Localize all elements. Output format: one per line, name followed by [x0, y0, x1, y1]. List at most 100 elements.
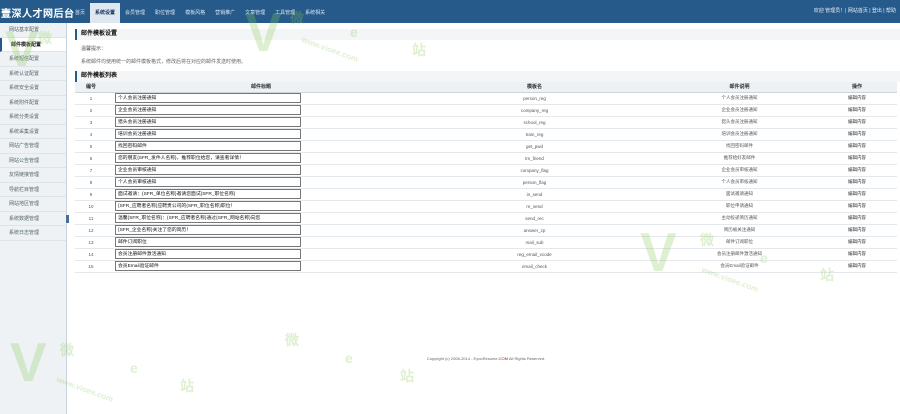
cell-title: {SFR_企业名称}关注了您的简历！ [107, 224, 407, 237]
nav-item-system-settings[interactable]: 系统设置 [90, 3, 121, 23]
cell-template: reg_email_vcode [407, 248, 662, 261]
cell-actions: 编辑内容 [817, 188, 897, 201]
nav-item-system[interactable]: 系统相关 [300, 3, 330, 23]
edit-content-link[interactable]: 编辑内容 [848, 95, 866, 100]
title-input[interactable]: 企业会员注册通知 [115, 104, 301, 115]
title-input[interactable]: 面试邀请：{SFR_单位名称}邀请您面试{SFR_职位名称} [115, 188, 301, 199]
cell-no: 14 [75, 248, 107, 261]
title-input[interactable]: 会员注册邮件激活通知 [115, 248, 301, 259]
nav-item-tools[interactable]: 工具管理 [270, 3, 300, 23]
sidebar-item-attachments[interactable]: 系统附件配置 [0, 96, 66, 110]
edit-content-link[interactable]: 编辑内容 [848, 143, 866, 148]
title-input[interactable]: 找回密码邮件 [115, 140, 301, 151]
cell-no: 1 [75, 92, 107, 105]
title-input[interactable]: {SFR_企业名称}关注了您的简历！ [115, 224, 301, 235]
cell-actions: 编辑内容 [817, 224, 897, 237]
table-row: 14 会员注册邮件激活通知 reg_email_vcode 会员注册邮件激活通知 编辑内… [75, 248, 897, 261]
cell-no: 2 [75, 104, 107, 117]
title-input[interactable]: 培训会员注册通知 [115, 128, 301, 139]
cell-actions: 编辑内容 [817, 248, 897, 261]
sidebar-item-regions[interactable]: 网站地区管理 [0, 197, 66, 212]
edit-content-link[interactable]: 编辑内容 [848, 167, 866, 172]
cell-title: 会员Email验证邮件 [107, 260, 407, 273]
cell-title: 企业会员审核通知 [107, 164, 407, 177]
cell-title: 邮件订阅职位 [107, 236, 407, 249]
title-input[interactable]: {SFR_应聘者名称}应聘贵公司的{SFR_职位名称}职位！ [115, 200, 301, 211]
nav-item-articles[interactable]: 文章管理 [240, 3, 270, 23]
sidebar-item-logs[interactable]: 系统日志管理 [0, 226, 66, 241]
cell-template: re_send [407, 200, 662, 213]
user-links[interactable]: 欢迎 管理员！| 网站首页 | 登出 | 帮助 [814, 7, 896, 14]
tip-text: 系统邮件均使用统一的邮件模板格式，修改后将在对应的邮件发送时使用。 [81, 59, 247, 65]
sidebar-item-navigation[interactable]: 导航栏目管理 [0, 183, 66, 197]
cell-title: 企业会员注册通知 [107, 104, 407, 117]
sidebar-item-ads[interactable]: 网站广告管理 [0, 139, 66, 154]
site-logo[interactable]: 壹深人才网后台 [1, 5, 75, 20]
nav-item-members[interactable]: 会员管理 [120, 3, 150, 23]
footer-copyright: Copyright (c) 2008-2014 - EyooResume. [426, 356, 499, 361]
table-row: 4 培训会员注册通知 train_reg 培训会员注册通知 编辑内容 [75, 128, 897, 141]
title-input[interactable]: 企业会员审核通知 [115, 164, 301, 175]
cell-template: school_reg [407, 116, 662, 129]
edit-content-link[interactable]: 编辑内容 [848, 131, 866, 136]
edit-content-link[interactable]: 编辑内容 [848, 239, 866, 244]
table-row: 7 企业会员审核通知 company_flag 企业会员审核通知 编辑内容 [75, 164, 897, 177]
column-header-title: 邮件标题 [107, 82, 407, 93]
nav-item-marketing[interactable]: 营销推广 [210, 3, 240, 23]
cell-description: 会员Email验证邮件 [662, 260, 817, 273]
edit-content-link[interactable]: 编辑内容 [848, 263, 866, 268]
cell-title: 找回密码邮件 [107, 140, 407, 153]
cell-actions: 编辑内容 [817, 104, 897, 117]
cell-no: 4 [75, 128, 107, 141]
cell-description: 个人会员审核通知 [662, 176, 817, 189]
cell-no: 15 [75, 260, 107, 273]
cell-template: company_flag [407, 164, 662, 177]
cell-title: 个人会员注册通知 [107, 92, 407, 105]
title-input[interactable]: 邮件订阅职位 [115, 236, 301, 247]
title-input[interactable]: 您的朋友{SFR_发件人名称}，推荐职位给您，请查看详情！ [115, 152, 301, 163]
sidebar-item-collection[interactable]: 系统采集设置 [0, 125, 66, 139]
cell-title: 猎头会员注册通知 [107, 116, 407, 129]
sidebar-toggle-handle[interactable] [66, 215, 69, 223]
sidebar-item-categories[interactable]: 系统分类设置 [0, 110, 66, 125]
edit-content-link[interactable]: 编辑内容 [848, 251, 866, 256]
sidebar-item-announcements[interactable]: 网站公告管理 [0, 154, 66, 168]
mail-template-table: 编号 邮件标题 模板名 邮件说明 操作 1 个人会员注册通知 person_reg 个… [75, 82, 897, 273]
table-row: 12 {SFR_企业名称}关注了您的简历！ answer_zp 简历被关注通知 编辑内容 [75, 224, 897, 237]
nav-item-home[interactable]: 首页 [70, 3, 90, 23]
cell-actions: 编辑内容 [817, 140, 897, 153]
sidebar-item-security[interactable]: 系统安全设置 [0, 81, 66, 96]
edit-content-link[interactable]: 编辑内容 [848, 191, 866, 196]
sidebar-item-mail-templates[interactable]: 邮件模板配置 [0, 37, 66, 52]
title-input[interactable]: 会员Email验证邮件 [115, 260, 301, 271]
cell-no: 11 [75, 212, 107, 225]
title-input[interactable]: 温馨{SFR_职位名称}：{SFR_应聘者名称}通过{SFR_网站名称}向您 [115, 212, 301, 223]
cell-template: mail_sub [407, 236, 662, 249]
table-row: 10 {SFR_应聘者名称}应聘贵公司的{SFR_职位名称}职位！ re_send 职… [75, 200, 897, 213]
table-row: 15 会员Email验证邮件 email_check 会员Email验证邮件 编辑内容 [75, 260, 897, 273]
cell-no: 3 [75, 116, 107, 129]
title-input[interactable]: 个人会员注册通知 [115, 92, 301, 103]
sidebar-item-auth-config[interactable]: 系统认证配置 [0, 67, 66, 81]
edit-content-link[interactable]: 编辑内容 [848, 107, 866, 112]
cell-template: person_reg [407, 92, 662, 105]
cell-description: 企业会员审核通知 [662, 164, 817, 177]
edit-content-link[interactable]: 编辑内容 [848, 179, 866, 184]
title-input[interactable]: 个人会员审核通知 [115, 176, 301, 187]
sidebar-item-site-config[interactable]: 网站基本配置 [0, 23, 66, 38]
edit-content-link[interactable]: 编辑内容 [848, 227, 866, 232]
cell-description: 职位申请通知 [662, 200, 817, 213]
nav-item-jobs[interactable]: 职位管理 [150, 3, 180, 23]
title-input[interactable]: 猎头会员注册通知 [115, 116, 301, 127]
edit-content-link[interactable]: 编辑内容 [848, 215, 866, 220]
edit-content-link[interactable]: 编辑内容 [848, 119, 866, 124]
edit-content-link[interactable]: 编辑内容 [848, 155, 866, 160]
cell-no: 8 [75, 176, 107, 189]
nav-item-templates[interactable]: 模板风格 [180, 3, 210, 23]
sidebar-item-sms-config[interactable]: 系统短信配置 [0, 52, 66, 67]
sidebar-item-links[interactable]: 友情链接管理 [0, 168, 66, 183]
cell-description: 面试邀请通知 [662, 188, 817, 201]
cell-description: 邮件订阅职位 [662, 236, 817, 249]
sidebar-item-data[interactable]: 系统数据管理 [0, 212, 66, 226]
edit-content-link[interactable]: 编辑内容 [848, 203, 866, 208]
